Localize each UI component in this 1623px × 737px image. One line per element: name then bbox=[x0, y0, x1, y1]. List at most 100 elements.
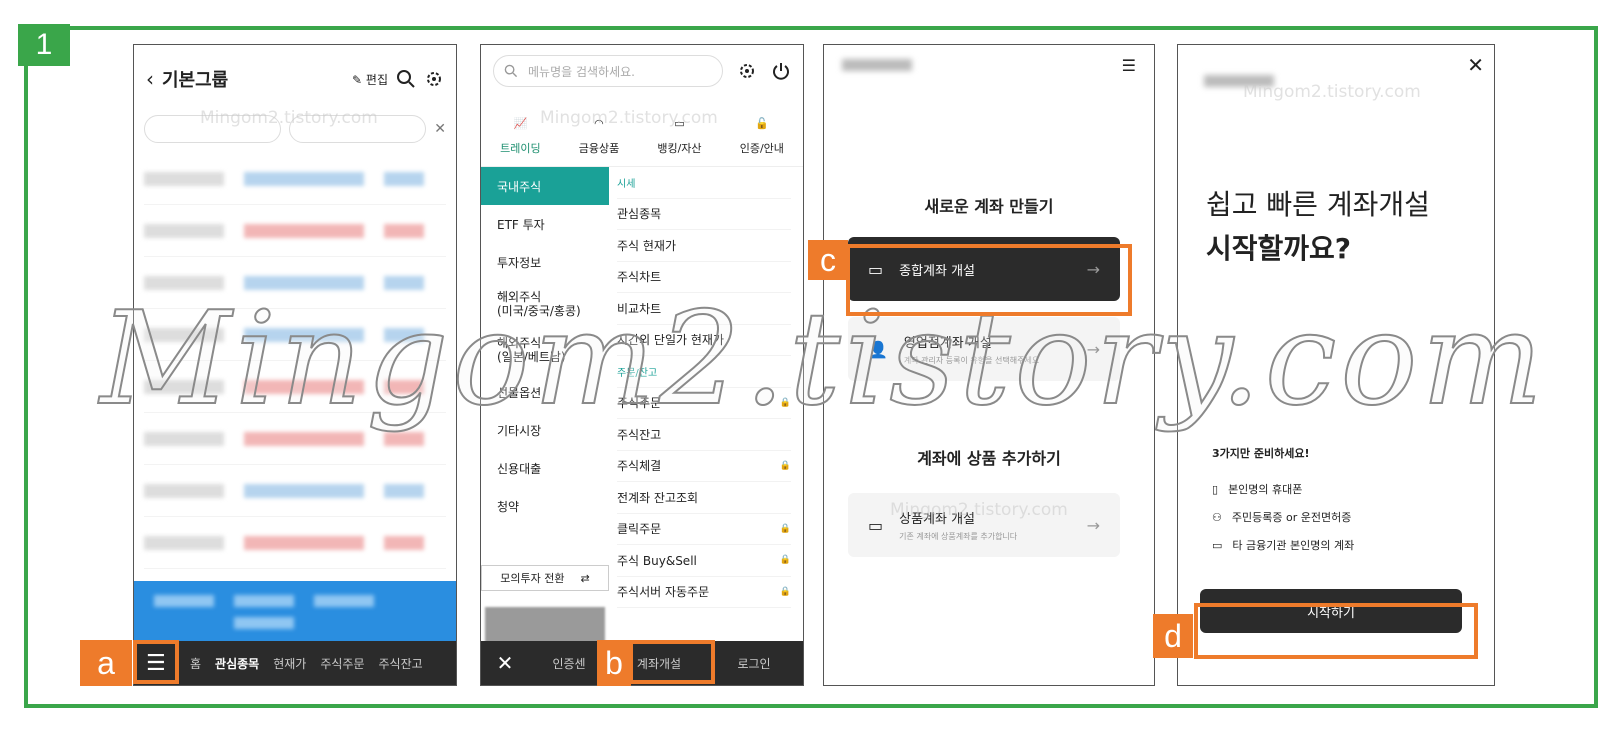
tab-trading[interactable]: 📈 트레이딩 bbox=[500, 117, 540, 156]
table-row[interactable] bbox=[144, 205, 446, 257]
table-row[interactable] bbox=[144, 465, 446, 517]
chip[interactable] bbox=[144, 115, 282, 143]
callout-d: d bbox=[1153, 614, 1193, 658]
product-account-button[interactable]: ▭ 상품계좌 개설 기존 계좌에 상품계좌를 추가합니다 → bbox=[848, 493, 1120, 557]
search-icon[interactable] bbox=[396, 69, 416, 89]
lock-icon: 🔒 bbox=[779, 397, 791, 408]
card-icon: ▭ bbox=[1212, 538, 1223, 552]
menu-item[interactable]: 주식 Buy&Sell 🔒 bbox=[617, 545, 791, 577]
nav-price[interactable]: 현재가 bbox=[273, 655, 306, 672]
menu-item[interactable]: 주식서버 자동주문 🔒 bbox=[617, 577, 791, 608]
phone-icon: ▯ bbox=[1212, 482, 1219, 496]
bottom-nav: ☰ 홈 관심종목 현재가 주식주문 주식잔고 bbox=[134, 641, 456, 685]
search-input[interactable]: 메뉴명을 검색하세요. bbox=[493, 55, 723, 87]
stock-list bbox=[134, 153, 456, 569]
highlight-open bbox=[629, 640, 715, 684]
left-menu: 국내주식 ETF 투자 투자정보 해외주식 (미국/중국/홍콩) 해외주식 (일본/… bbox=[481, 167, 609, 525]
table-row[interactable] bbox=[144, 153, 446, 205]
highlight-menu bbox=[133, 640, 179, 684]
user-add-icon: 👤 bbox=[868, 339, 888, 359]
mock-trading-toggle[interactable]: 모의투자 전환 ⇄ bbox=[481, 565, 609, 591]
start-screen: ✕ 쉽고 빠른 계좌개설 시작할까요? 3가지만 준비하세요! ▯ 본인명의 휴대… bbox=[1177, 44, 1495, 686]
gear-icon[interactable] bbox=[424, 69, 444, 89]
category-tabs: 📈 트레이딩 ◠ 금융상품 ▭ 뱅킹/자산 🔓 인증/안내 bbox=[481, 97, 803, 167]
menu-section-label: 시세 bbox=[617, 167, 791, 199]
nav-home[interactable]: 홈 bbox=[190, 655, 201, 672]
menu-item[interactable]: 전계좌 잔고조회 bbox=[617, 482, 791, 514]
nav-balance[interactable]: 주식잔고 bbox=[379, 655, 423, 672]
tab-auth[interactable]: 🔓 인증/안내 bbox=[740, 117, 784, 156]
lock-icon: 🔒 bbox=[779, 586, 791, 597]
back-arrow-icon[interactable]: ‹ bbox=[146, 67, 154, 91]
callout-b: b bbox=[597, 640, 631, 686]
menu-item[interactable]: 투자정보 bbox=[481, 243, 609, 281]
chip[interactable] bbox=[289, 115, 427, 143]
prep-item: ⚇ 주민등록증 or 운전면허증 bbox=[1212, 510, 1352, 525]
lock-icon: 🔓 bbox=[754, 117, 769, 130]
close-icon[interactable]: ✕ bbox=[434, 121, 446, 137]
section-heading: 계좌에 상품 추가하기 bbox=[917, 449, 1061, 468]
headline: 쉽고 빠른 계좌개설 시작할까요? bbox=[1206, 188, 1430, 265]
prep-title: 3가지만 준비하세요! bbox=[1212, 447, 1310, 460]
menu-item[interactable]: 주식잔고 bbox=[617, 419, 791, 451]
close-icon[interactable]: ✕ bbox=[1467, 53, 1484, 77]
coin-icon: ◠ bbox=[594, 117, 604, 130]
lock-icon: 🔒 bbox=[779, 523, 791, 534]
right-menu: 시세 관심종목 주식 현재가 주식차트 비교차트 시간외 단일가 현재가 주문/잔고 주식주문… bbox=[617, 167, 791, 608]
wallet-icon: ▭ bbox=[674, 117, 685, 130]
menu-item[interactable]: 청약 bbox=[481, 487, 609, 525]
menu-item[interactable]: 주식 현재가 bbox=[617, 230, 791, 262]
menu-item[interactable]: 관심종목 bbox=[617, 199, 791, 230]
filter-chips: ✕ bbox=[144, 113, 446, 145]
branch-account-button[interactable]: 👤 영업점계좌 개설 계좌 관리자 등록이 유형을 선택해주세요 → bbox=[848, 317, 1120, 381]
menu-item[interactable]: 주식체결 🔒 bbox=[617, 451, 791, 482]
promo-banner[interactable] bbox=[134, 581, 456, 643]
menu-item[interactable]: 주식차트 bbox=[617, 262, 791, 293]
group-title[interactable]: 기본그룹 bbox=[162, 66, 344, 92]
menu-item[interactable]: 해외주식 (일본/베트남) bbox=[481, 327, 609, 373]
section-heading: 새로운 계좌 만들기 bbox=[924, 197, 1054, 216]
menu-item[interactable]: 선물옵션 bbox=[481, 373, 609, 411]
logo bbox=[1204, 75, 1274, 87]
switch-icon: ⇄ bbox=[580, 571, 590, 585]
menu-screen: 메뉴명을 검색하세요. 📈 트레이딩 ◠ 금융상품 ▭ 뱅킹/자산 🔓 인증/안내 국내… bbox=[480, 44, 804, 686]
search-placeholder: 메뉴명을 검색하세요. bbox=[528, 64, 635, 79]
highlight-start bbox=[1194, 603, 1478, 659]
watchlist-screen: ‹ 기본그룹 ✎ 편집 ✕ ☰ 홈 관심종목 현재가 주식주문 주식잔고 bbox=[133, 44, 457, 686]
table-row[interactable] bbox=[144, 361, 446, 413]
edit-button[interactable]: ✎ 편집 bbox=[352, 71, 388, 88]
folder-add-icon: ▭ bbox=[868, 515, 884, 535]
search-icon bbox=[504, 64, 518, 78]
menu-item[interactable]: 주식주문 🔒 bbox=[617, 388, 791, 419]
lock-icon: 🔒 bbox=[779, 460, 791, 471]
step-number-badge: 1 bbox=[18, 24, 70, 66]
callout-c: c bbox=[808, 240, 848, 280]
tab-banking[interactable]: ▭ 뱅킹/자산 bbox=[657, 117, 701, 156]
table-row[interactable] bbox=[144, 413, 446, 465]
table-row[interactable] bbox=[144, 309, 446, 361]
menu-item[interactable]: 신용대출 bbox=[481, 449, 609, 487]
lock-icon: 🔒 bbox=[779, 555, 791, 566]
menu-item[interactable]: 국내주식 bbox=[481, 167, 609, 205]
menu-section-label: 주문/잔고 bbox=[617, 356, 791, 388]
table-row[interactable] bbox=[144, 257, 446, 309]
highlight-integrated bbox=[846, 244, 1132, 316]
menu-item[interactable]: 클릭주문 🔒 bbox=[617, 514, 791, 545]
nav-order[interactable]: 주식주문 bbox=[320, 655, 364, 672]
menu-item[interactable]: 기타시장 bbox=[481, 411, 609, 449]
person-icon: ⚇ bbox=[1212, 510, 1222, 524]
menu-item[interactable]: ETF 투자 bbox=[481, 205, 609, 243]
menu-icon[interactable]: ☰ bbox=[1122, 56, 1136, 75]
gear-icon[interactable] bbox=[737, 61, 757, 81]
nav-watchlist[interactable]: 관심종목 bbox=[215, 655, 259, 672]
tab-products[interactable]: ◠ 금융상품 bbox=[579, 117, 619, 156]
nav-login[interactable]: 로그인 bbox=[709, 655, 799, 672]
menu-item[interactable]: 시간외 단일가 현재가 bbox=[617, 325, 791, 356]
menu-item[interactable]: 해외주식 (미국/중국/홍콩) bbox=[481, 281, 609, 327]
power-icon[interactable] bbox=[771, 61, 791, 81]
prep-item: ▯ 본인명의 휴대폰 bbox=[1212, 482, 1303, 497]
table-row[interactable] bbox=[144, 517, 446, 569]
chart-line-icon: 📈 bbox=[513, 117, 528, 130]
close-icon[interactable]: ✕ bbox=[481, 651, 529, 675]
menu-item[interactable]: 비교차트 bbox=[617, 293, 791, 325]
